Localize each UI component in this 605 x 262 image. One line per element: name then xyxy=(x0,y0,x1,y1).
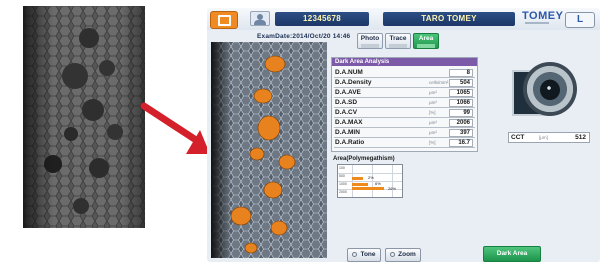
patient-id: 12345678 xyxy=(303,14,341,23)
row-da-ratio: D.A.Ratio [%] 16.7 xyxy=(334,138,475,148)
row-value: 397 xyxy=(449,129,473,137)
cct-label: CCT xyxy=(511,134,525,141)
row-unit: cells/mm² xyxy=(429,80,449,85)
row-label: D.A.Density xyxy=(335,79,372,86)
row-da-max: D.A.MAX μm² 2006 xyxy=(334,118,475,128)
row-value: 99 xyxy=(449,109,473,117)
histogram-title: Area(Polymegathism) xyxy=(333,156,395,162)
tone-label: Tone xyxy=(360,251,376,258)
zoom-button[interactable]: Zoom xyxy=(385,248,421,262)
histogram-bar-label: 2% xyxy=(368,175,374,180)
home-icon xyxy=(218,15,231,26)
panel-title: Dark Area Analysis xyxy=(332,58,477,66)
tab-trace-label: Trace xyxy=(389,35,407,42)
device-screen: 12345678 TARO TOMEY TOMEY L ExamDate:201… xyxy=(207,8,600,262)
tab-area[interactable]: Area xyxy=(413,33,439,49)
histogram-bar-label: 6% xyxy=(375,181,381,186)
home-button[interactable] xyxy=(210,11,238,29)
eye-select-button[interactable]: L xyxy=(565,12,595,28)
zoom-label: Zoom xyxy=(398,251,416,258)
row-da-num: D.A.NUM 8 xyxy=(334,68,475,78)
histogram-bar xyxy=(352,183,368,186)
tab-photo-label: Photo xyxy=(360,35,380,42)
tab-photo[interactable]: Photo xyxy=(357,33,383,49)
row-value: 16.7 xyxy=(449,139,473,147)
row-value: 1065 xyxy=(449,89,473,97)
row-unit: μm² xyxy=(429,130,437,135)
stage: 12345678 TARO TOMEY TOMEY L ExamDate:201… xyxy=(0,0,605,262)
row-label: D.A.CV xyxy=(335,109,358,116)
pupil-icon xyxy=(540,80,560,100)
cct-unit: [μm] xyxy=(539,135,548,140)
row-unit: μm² xyxy=(429,90,437,95)
row-label: D.A.AVE xyxy=(335,89,361,96)
row-unit: [%] xyxy=(429,110,436,115)
cct-field: CCT [μm] 512 xyxy=(508,132,590,143)
brand-underline xyxy=(525,22,549,24)
histogram-bar-label: 26% xyxy=(388,186,397,191)
dark-area-label: Dark Area xyxy=(496,250,528,257)
top-bar: 12345678 TARO TOMEY TOMEY L xyxy=(207,8,600,30)
histogram: 100 500 1000 2000 2% 6% 26% xyxy=(337,164,403,198)
eye-select-label: L xyxy=(576,14,584,25)
histogram-bar xyxy=(352,177,363,180)
dark-area-analysis-panel: Dark Area Analysis D.A.NUM 8 D.A.Density… xyxy=(331,57,478,152)
patient-name-field: TARO TOMEY xyxy=(383,12,515,26)
row-label: D.A.Ratio xyxy=(335,139,365,146)
tab-trace[interactable]: Trace xyxy=(385,33,411,49)
histogram-bar xyxy=(352,187,384,190)
tone-icon xyxy=(352,252,358,257)
tab-area-label: Area xyxy=(418,35,434,42)
row-unit: [%] xyxy=(429,140,436,145)
analysis-image[interactable] xyxy=(211,42,327,258)
row-da-min: D.A.MIN μm² 397 xyxy=(334,128,475,138)
row-unit: μm² xyxy=(429,100,437,105)
row-label: D.A.MAX xyxy=(335,119,363,126)
specular-micrograph xyxy=(23,6,145,228)
row-da-cv: D.A.CV [%] 99 xyxy=(334,108,475,118)
row-da-ave: D.A.AVE μm² 1065 xyxy=(334,88,475,98)
row-label: D.A.NUM xyxy=(335,69,363,76)
row-value: 8 xyxy=(449,69,473,77)
patient-name: TARO TOMEY xyxy=(421,14,477,23)
patient-id-field: 12345678 xyxy=(275,12,369,26)
cct-value: 512 xyxy=(575,134,586,141)
dark-area-button[interactable]: Dark Area xyxy=(483,246,541,262)
zoom-icon xyxy=(390,252,396,257)
row-value: 504 xyxy=(449,79,473,87)
tone-button[interactable]: Tone xyxy=(347,248,381,262)
row-label: D.A.MIN xyxy=(335,129,360,136)
row-unit: μm² xyxy=(429,120,437,125)
row-label: D.A.SD xyxy=(335,99,358,106)
brand-logo: TOMEY xyxy=(522,10,564,22)
row-da-density: D.A.Density cells/mm² 504 xyxy=(334,78,475,88)
row-value: 2006 xyxy=(449,119,473,127)
patient-icon[interactable] xyxy=(250,11,270,26)
exam-date: ExamDate:2014/Oct/20 14:46 xyxy=(257,33,351,40)
row-value: 1066 xyxy=(449,99,473,107)
row-da-sd: D.A.SD μm² 1066 xyxy=(334,98,475,108)
